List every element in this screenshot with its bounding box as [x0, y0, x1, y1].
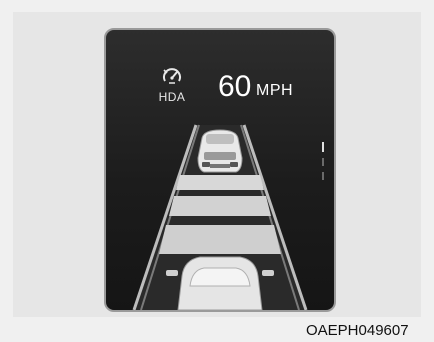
distance-bar-3: [159, 225, 281, 254]
road-view: [132, 124, 324, 310]
distance-bar-1: [176, 175, 264, 190]
cluster-display: HDA 60 MPH: [104, 28, 336, 312]
lead-car-icon: [197, 129, 243, 173]
distance-bar-2: [169, 196, 271, 216]
figure-code: OAEPH049607: [306, 322, 409, 339]
lane-indicator-icon: [322, 142, 324, 180]
